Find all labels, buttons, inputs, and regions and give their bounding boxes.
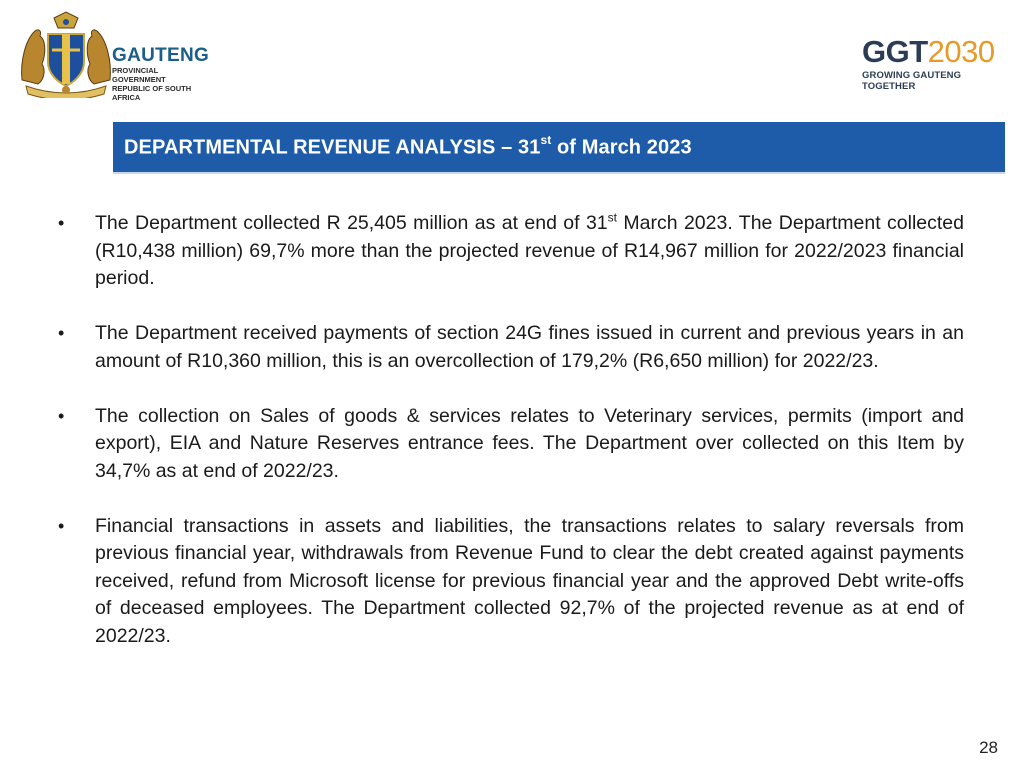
- bullet-marker: •: [58, 405, 65, 426]
- gauteng-subtitle-line1: PROVINCIAL GOVERNMENT: [112, 66, 166, 84]
- bullet-marker: •: [58, 323, 65, 343]
- title-superscript: st: [540, 132, 552, 147]
- ggt-tagline: GROWING GAUTENG TOGETHER: [862, 70, 962, 92]
- bullet-marker: •: [58, 213, 65, 233]
- title-banner: DEPARTMENTAL REVENUE ANALYSIS – 31st of …: [113, 122, 1005, 174]
- ggt2030-mark: GGT2030: [862, 36, 1002, 68]
- ggt-mark-main: GGT: [862, 34, 928, 69]
- ggt2030-logo: GGT2030 GROWING GAUTENG TOGETHER: [862, 36, 1002, 96]
- page-title: DEPARTMENTAL REVENUE ANALYSIS – 31st of …: [124, 132, 692, 160]
- bullet-text-part: The Department collected R 25,405 millio…: [95, 212, 608, 234]
- bullet-marker: •: [58, 515, 65, 536]
- title-suffix: of March 2023: [551, 136, 692, 159]
- bullet-superscript: st: [607, 210, 617, 225]
- page-number: 28: [979, 738, 998, 757]
- bullet-text: Financial transactions in assets and lia…: [95, 514, 964, 647]
- bullet-list: • The Department collected R 25,405 mill…: [58, 210, 964, 678]
- gauteng-name: GAUTENG: [112, 45, 210, 66]
- gauteng-coat-of-arms-icon: [21, 11, 111, 98]
- bullet-item: • The Department collected R 25,405 mill…: [58, 210, 964, 293]
- bullet-item: • The Department received payments of se…: [58, 320, 964, 375]
- gauteng-subtitle-line2: REPUBLIC OF SOUTH AFRICA: [112, 84, 192, 102]
- title-prefix: DEPARTMENTAL REVENUE ANALYSIS – 31: [124, 136, 541, 159]
- bullet-text: The Department collected R 25,405 millio…: [95, 210, 964, 293]
- bullet-item: • The collection on Sales of goods & ser…: [58, 403, 964, 486]
- ggt-mark-year: 2030: [927, 34, 995, 69]
- bullet-text: The Department received payments of sect…: [95, 322, 964, 372]
- bullet-item: • Financial transactions in assets and l…: [58, 513, 964, 651]
- gauteng-logo: GAUTENG PROVINCIAL GOVERNMENT REPUBLIC O…: [16, 10, 210, 102]
- bullet-text: The collection on Sales of goods & servi…: [95, 404, 964, 482]
